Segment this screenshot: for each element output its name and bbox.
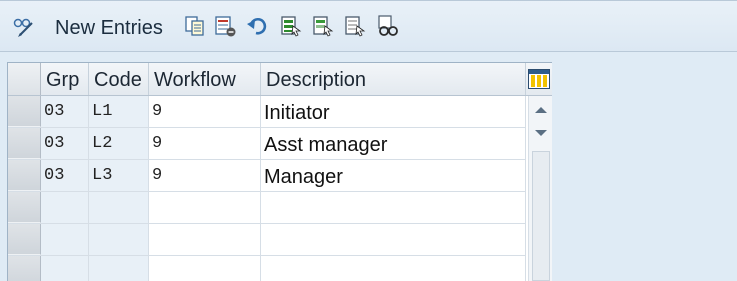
column-settings-icon[interactable]	[528, 69, 550, 89]
undo-icon[interactable]	[245, 14, 269, 38]
table-header: Grp Code Workflow Description	[8, 63, 552, 96]
row-selector[interactable]	[8, 256, 41, 281]
column-header-code[interactable]: Code	[89, 63, 149, 95]
select-block-icon[interactable]	[311, 14, 335, 38]
select-all-icon[interactable]	[279, 14, 303, 38]
row-selector[interactable]	[8, 192, 41, 223]
delete-icon[interactable]	[213, 14, 237, 38]
cell-workflow[interactable]: 9	[149, 96, 261, 127]
copy-icon[interactable]	[183, 14, 207, 38]
table-row: 03 L1 9 Initiator	[8, 96, 526, 128]
table-row: 03 L2 9 Asst manager	[8, 128, 526, 160]
cell-grp-empty[interactable]	[41, 192, 89, 223]
column-header-grp[interactable]: Grp	[41, 63, 89, 95]
row-selector[interactable]	[8, 128, 41, 159]
row-selector[interactable]	[8, 96, 41, 127]
cell-code: L1	[89, 96, 149, 127]
scroll-track[interactable]	[532, 151, 550, 281]
cell-grp-empty[interactable]	[41, 224, 89, 255]
cell-code-empty[interactable]	[89, 256, 149, 281]
cell-description-empty[interactable]	[261, 256, 526, 281]
cell-grp: 03	[41, 160, 89, 191]
new-entries-button[interactable]: New Entries	[55, 16, 163, 40]
cell-description[interactable]: Manager	[261, 160, 526, 191]
table-row: 03 L3 9 Manager	[8, 160, 526, 192]
application-toolbar: New Entries	[0, 0, 737, 52]
sap-maintenance-view: New Entries Grp Code Workflow Descriptio…	[0, 0, 737, 281]
cell-code-empty[interactable]	[89, 192, 149, 223]
deselect-all-icon[interactable]	[343, 14, 367, 38]
cell-workflow-empty[interactable]	[149, 224, 261, 255]
cell-description[interactable]: Asst manager	[261, 128, 526, 159]
column-header-workflow[interactable]: Workflow	[149, 63, 261, 95]
empty-table-row	[8, 256, 526, 281]
display-change-icon[interactable]	[12, 14, 36, 38]
cell-description[interactable]: Initiator	[261, 96, 526, 127]
cell-code-empty[interactable]	[89, 224, 149, 255]
scroll-down-icon[interactable]	[531, 123, 551, 143]
cell-description-empty[interactable]	[261, 192, 526, 223]
cell-grp-empty[interactable]	[41, 256, 89, 281]
find-icon[interactable]	[376, 14, 400, 38]
column-header-description[interactable]: Description	[261, 63, 526, 95]
select-all-rows-corner[interactable]	[8, 63, 41, 95]
cell-description-empty[interactable]	[261, 224, 526, 255]
cell-grp: 03	[41, 128, 89, 159]
cell-workflow-empty[interactable]	[149, 256, 261, 281]
row-selector[interactable]	[8, 160, 41, 191]
cell-workflow[interactable]: 9	[149, 128, 261, 159]
vertical-scrollbar[interactable]	[528, 96, 552, 281]
empty-table-row	[8, 192, 526, 224]
maintenance-table: Grp Code Workflow Description 03 L1 9 In…	[7, 62, 552, 281]
scroll-up-icon[interactable]	[531, 100, 551, 120]
cell-workflow[interactable]: 9	[149, 160, 261, 191]
cell-workflow-empty[interactable]	[149, 192, 261, 223]
cell-code: L3	[89, 160, 149, 191]
cell-code: L2	[89, 128, 149, 159]
cell-grp: 03	[41, 96, 89, 127]
row-selector[interactable]	[8, 224, 41, 255]
empty-table-row	[8, 224, 526, 256]
